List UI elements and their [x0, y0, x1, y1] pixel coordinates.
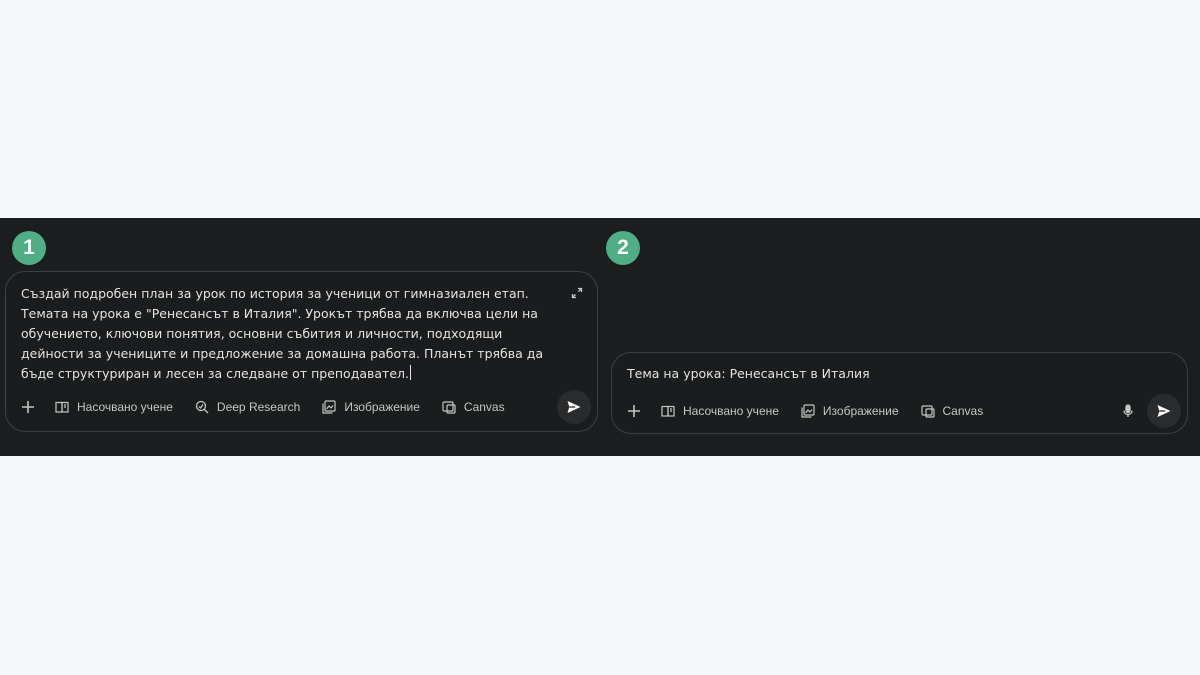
prompt-toolbar: Насочвано учене Изображение Canvas	[612, 397, 1187, 425]
prompt-text: Тема на урока: Ренесансът в Италия	[627, 366, 870, 381]
prompt-text: Създай подробен план за урок по история …	[21, 286, 544, 381]
step-badge: 1	[12, 231, 46, 265]
panel-step-2: 2 Тема на урока: Ренесансът в Италия Нас…	[603, 218, 1200, 456]
book-icon	[55, 401, 69, 413]
prompt-input[interactable]: Създай подробен план за урок по история …	[21, 284, 566, 384]
canvas-label: Canvas	[942, 404, 984, 418]
guided-learning-button[interactable]: Насочвано учене	[661, 404, 779, 418]
mic-icon[interactable]	[1121, 404, 1135, 418]
canvas-button[interactable]: Canvas	[442, 400, 505, 414]
prompt-input[interactable]: Тема на урока: Ренесансът в Италия	[627, 364, 1147, 384]
plus-icon[interactable]	[627, 404, 641, 418]
guided-learning-label: Насочвано учене	[683, 404, 779, 418]
send-button[interactable]	[1147, 394, 1181, 428]
canvas-label: Canvas	[463, 400, 505, 414]
image-icon	[322, 400, 336, 414]
text-caret	[409, 365, 411, 380]
prompt-toolbar: Насочвано учене Deep Research Изображени…	[6, 393, 597, 421]
send-icon	[567, 401, 581, 413]
guided-learning-label: Насочвано учене	[77, 400, 173, 414]
deep-research-button[interactable]: Deep Research	[195, 400, 300, 414]
send-button[interactable]	[557, 390, 591, 424]
image-button[interactable]: Изображение	[322, 400, 420, 414]
screenshots-band: 1 Създай подробен план за урок по истори…	[0, 218, 1200, 456]
guided-learning-button[interactable]: Насочвано учене	[55, 400, 173, 414]
image-icon	[801, 404, 815, 418]
step-badge: 2	[606, 231, 640, 265]
panel-step-1: 1 Създай подробен план за урок по истори…	[0, 218, 603, 456]
deep-research-label: Deep Research	[216, 400, 301, 414]
send-icon	[1157, 405, 1171, 417]
image-button[interactable]: Изображение	[801, 404, 899, 418]
image-label: Изображение	[344, 400, 420, 414]
plus-icon[interactable]	[21, 400, 35, 414]
canvas-icon	[442, 401, 456, 414]
deep-research-icon	[195, 400, 209, 414]
image-label: Изображение	[822, 404, 899, 418]
prompt-box[interactable]: Създай подробен план за урок по история …	[5, 271, 598, 432]
book-icon	[661, 405, 675, 417]
prompt-box[interactable]: Тема на урока: Ренесансът в Италия Насоч…	[611, 352, 1188, 434]
expand-icon[interactable]	[571, 287, 583, 299]
canvas-icon	[920, 405, 935, 418]
canvas-button[interactable]: Canvas	[920, 404, 984, 418]
